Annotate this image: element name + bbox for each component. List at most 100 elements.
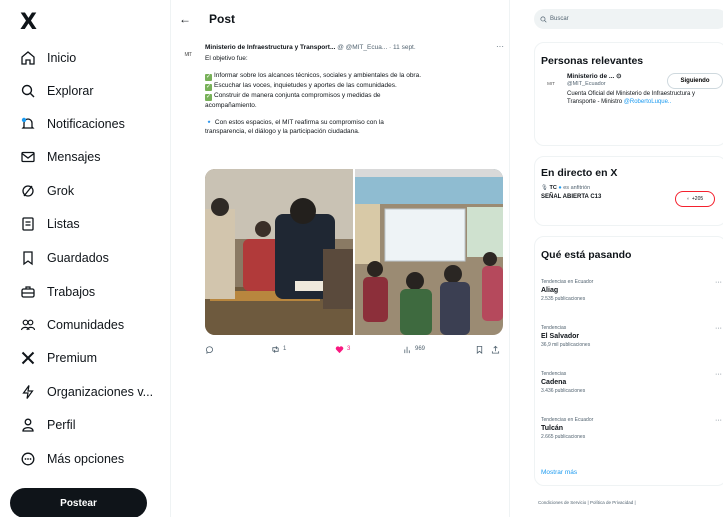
nav-item-jobs[interactable]: Trabajos [20, 281, 95, 303]
more-options-icon[interactable]: ··· [496, 42, 504, 51]
reply-button[interactable] [205, 345, 217, 354]
main-column: ← Post MIT Ministerio de Infraestructura… [170, 0, 510, 517]
trend-item[interactable]: Tendencias en Ecuador Tulcán 2.665 publi… [541, 417, 722, 440]
tweet-line: ✓ Informar sobre los alcances técnicos, s… [205, 72, 422, 81]
post-button[interactable]: Postear [10, 488, 147, 517]
check-mark-icon: ✓ [205, 84, 212, 91]
nav-item-home[interactable]: Inicio [20, 47, 76, 69]
nav-label: Listas [47, 217, 80, 231]
views-count: 969 [415, 346, 426, 352]
views-button[interactable]: 969 [403, 345, 425, 354]
nav-item-messages[interactable]: Mensajes [20, 146, 101, 168]
like-button[interactable]: 3 [335, 345, 350, 354]
person-icon [20, 417, 36, 433]
retweet-button[interactable]: 1 [271, 345, 286, 354]
more-icon[interactable]: ··· [715, 371, 722, 378]
photo-meeting-right[interactable] [355, 169, 503, 335]
avatar-stack-icon: ◐ [686, 196, 690, 202]
avatar-text: MIT [547, 80, 555, 86]
panel-title: Qué está pasando [541, 249, 632, 261]
live-panel: En directo en X 🎙 TC ● es anfitrión SEÑA… [534, 156, 723, 226]
nav-label: Mensajes [47, 150, 101, 164]
trend-name: El Salvador [541, 333, 580, 340]
trend-count: 2.535 publicaciones [541, 296, 586, 302]
live-name[interactable]: SEÑAL ABIERTA C13 [541, 194, 601, 200]
nav-label: Grok [47, 184, 75, 198]
trend-item[interactable]: Tendencias El Salvador 36,9 mil publicac… [541, 325, 722, 348]
nav-label: Explorar [47, 84, 94, 98]
nav-item-grok[interactable]: Grok [20, 180, 74, 202]
tweet-line: ✓ Escuchar las voces, inquietudes y aport… [205, 82, 397, 91]
trend-context: Tendencias [541, 371, 567, 377]
nav-item-explore[interactable]: Explorar [20, 80, 94, 102]
more-icon[interactable]: ··· [715, 325, 722, 332]
search-input[interactable]: Buscar [534, 9, 723, 29]
check-mark-icon: ✓ [205, 74, 212, 81]
share-button[interactable] [491, 345, 503, 354]
mic-icon: 🎙 [541, 185, 548, 191]
check-mark-icon: ✓ [205, 94, 212, 101]
search-icon [20, 83, 36, 99]
tweet-avatar[interactable]: MIT [177, 44, 199, 66]
retweet-icon [272, 345, 279, 353]
tweet-author[interactable]: Ministerio de Infraestructura y Transpor… [205, 44, 335, 51]
nav-item-more[interactable]: Más opciones [20, 448, 124, 470]
more-icon[interactable]: ··· [715, 279, 722, 286]
relevant-name[interactable]: Ministerio de ... ⊙ [567, 72, 622, 80]
photo-meeting-left[interactable] [205, 169, 353, 335]
envelope-icon [20, 149, 36, 165]
tweet-line: transparencia, el diálogo y la participa… [205, 128, 360, 135]
nav-label: Inicio [47, 51, 77, 65]
list-icon [20, 216, 36, 232]
reply-icon [205, 345, 214, 354]
nav-label: Comunidades [47, 318, 125, 332]
verified-icon: ● [558, 185, 562, 191]
live-host[interactable]: 🎙 TC ● es anfitrión [541, 185, 590, 191]
trend-item[interactable]: Tendencias Cadena 3.436 publicaciones ··… [541, 371, 722, 394]
tweet-text: El objetivo fue: ✓ Informar sobre los alc… [205, 54, 505, 136]
nav-item-organizations[interactable]: Organizaciones v... [20, 381, 153, 403]
nav-item-premium[interactable]: Premium [20, 347, 97, 369]
nav-item-communities[interactable]: Comunidades [20, 314, 124, 336]
tweet-media[interactable] [205, 169, 503, 335]
nav-label: Organizaciones v... [47, 385, 154, 399]
show-more-link[interactable]: Mostrar más [541, 469, 577, 476]
lightning-icon [20, 384, 36, 400]
tweet-meta: @ @MIT_Ecua... · 11 sept. [337, 44, 416, 51]
nav-label: Premium [47, 351, 98, 365]
nav-item-notifications[interactable]: Notificaciones [20, 113, 125, 135]
more-icon[interactable]: ··· [715, 417, 722, 424]
relevant-avatar[interactable]: MIT [541, 73, 561, 93]
panel-title: En directo en X [541, 167, 618, 179]
panel-title: Personas relevantes [541, 55, 644, 67]
bullet-icon: 🔹 [205, 119, 214, 126]
live-listeners-badge[interactable]: ◐ +205 [675, 191, 715, 207]
grok-icon [20, 183, 36, 199]
left-sidebar: X Inicio Explorar Notificaciones Mensaje… [0, 0, 170, 517]
trend-context: Tendencias en Ecuador [541, 417, 594, 423]
avatar-text: MIT [184, 52, 192, 58]
relevant-bio: Cuenta Oficial del Ministerio de Infraes… [567, 91, 696, 105]
trend-name: Aliag [541, 287, 559, 294]
more-circle-icon [20, 451, 36, 467]
post-header: ← Post [171, 0, 511, 38]
search-placeholder: Buscar [550, 16, 569, 22]
nav-item-profile[interactable]: Perfil [20, 414, 75, 436]
trend-item[interactable]: Tendencias en Ecuador Aliag 2.535 public… [541, 279, 722, 302]
nav-item-bookmarks[interactable]: Guardados [20, 247, 109, 269]
tweet-line: ✓ Construir de manera conjunta compromiso… [205, 92, 381, 101]
people-icon [20, 317, 36, 333]
bookmark-button[interactable] [475, 345, 487, 354]
x-logo[interactable]: X [20, 10, 37, 35]
briefcase-icon [20, 284, 36, 300]
relevant-handle[interactable]: @MIT_Ecuador [567, 81, 606, 87]
trend-name: Tulcán [541, 425, 564, 432]
share-icon [491, 345, 500, 354]
following-button[interactable]: Siguiendo [667, 73, 723, 89]
back-arrow-icon[interactable]: ← [179, 12, 197, 26]
right-sidebar: Buscar Personas relevantes MIT Ministeri… [520, 0, 723, 517]
tweet-actions: 1 3 969 [205, 342, 503, 356]
footer-links[interactable]: Condiciones de Servicio | Política de Pr… [538, 500, 636, 505]
nav-item-lists[interactable]: Listas [20, 213, 80, 235]
bio-link[interactable]: @RobertoLuque.. [624, 99, 671, 105]
